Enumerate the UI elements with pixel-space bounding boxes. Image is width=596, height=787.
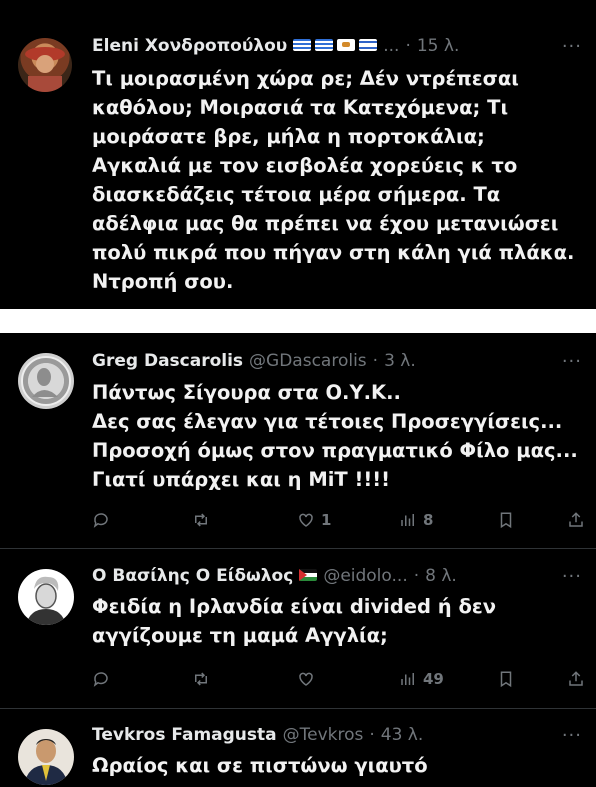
tweet-panel-top: Eleni Χονδροπούλου ... · 15 λ. ··· Τι μο… [0, 0, 596, 309]
tweet-text-line: Δες σας έλεγαν για τέτοιες Προσεγγίσεις.… [92, 410, 563, 433]
timestamp[interactable]: 8 λ. [425, 566, 457, 586]
author-name[interactable]: Ο Βασίλης Ο Είδωλος [92, 566, 293, 586]
tweet-text-line: Φειδία η Ιρλανδία είναι divided ή δεν [92, 595, 496, 618]
share-button[interactable] [567, 670, 585, 688]
tweet-panel-bottom: Greg Dascarolis @GDascarolis · 3 λ. ··· … [0, 333, 596, 787]
like-count: 1 [321, 511, 332, 529]
separator-dot: · [372, 351, 379, 371]
author-name[interactable]: Tevkros Famagusta [92, 725, 277, 745]
author-handle[interactable]: @eidolo... [323, 566, 407, 586]
views-icon [401, 673, 414, 685]
greece-flag-icon [315, 39, 334, 51]
separator-dot: · [405, 36, 411, 56]
tweet-text: Πάντως Σίγουρα στα Ο.Υ.Κ.. Δες σας έλεγα… [92, 378, 578, 494]
author-handle[interactable]: @GDascarolis [249, 351, 367, 371]
tweet-text-line: αγγίζουμε τη μαμά Αγγλία; [92, 624, 388, 647]
tweet-text-line: πολύ πικρά που πήγαν στη κάλη γιά πλάκα. [92, 241, 575, 264]
separator-dot: · [369, 725, 375, 745]
tweet-greg[interactable]: Greg Dascarolis @GDascarolis · 3 λ. ··· … [0, 333, 596, 548]
reply-button[interactable] [92, 511, 116, 529]
share-icon [569, 512, 583, 527]
more-options-icon[interactable]: ··· [562, 566, 582, 587]
tweet-text-line: Αγκαλιά με τον εισβολέα χορεύεις κ το [92, 154, 518, 177]
reply-button[interactable] [92, 670, 116, 688]
like-button[interactable]: 1 [297, 511, 331, 529]
timestamp[interactable]: 3 λ. [384, 351, 416, 371]
timestamp[interactable]: 43 λ. [381, 725, 424, 745]
views-count: 49 [423, 670, 444, 688]
tweet-text: Τι μοιρασμένη χώρα ρε; Δέν ντρέπεσαι καθ… [92, 64, 574, 296]
author-name[interactable]: Eleni Χονδροπούλου [92, 36, 287, 56]
tweet-header: Tevkros Famagusta @Tevkros · 43 λ. [92, 725, 423, 745]
name-ellipsis: ... [383, 36, 400, 56]
tweet-text-line: Γιατί υπάρχει και η ΜiΤ !!!! [92, 468, 391, 491]
author-name[interactable]: Greg Dascarolis [92, 351, 243, 371]
bookmark-button[interactable] [497, 511, 515, 529]
more-options-icon[interactable]: ··· [562, 36, 582, 57]
tweet-text-line: Ωραίος και σε πιστώνω γιαυτό [92, 754, 428, 777]
palestine-flag-icon [299, 569, 318, 581]
tweet-text-line: Ντροπή σου. [92, 270, 234, 293]
tweet-text-line: Προσοχή όμως στον πραγματικό Φίλο μας... [92, 439, 578, 462]
author-handle[interactable]: @Tevkros [283, 725, 364, 745]
views-button[interactable]: 8 [399, 511, 433, 529]
more-options-icon[interactable]: ··· [562, 351, 582, 372]
reply-icon [93, 513, 108, 528]
bookmark-button[interactable] [497, 670, 515, 688]
flag-icons [293, 39, 378, 51]
tweet-actions: 1 8 [92, 511, 587, 533]
tweet-text-line: καθόλου; Μοιρασιά τα Κατεχόμενα; Τι [92, 96, 509, 119]
avatar-image [26, 576, 66, 625]
tweet-header: Greg Dascarolis @GDascarolis · 3 λ. [92, 351, 416, 371]
avatar[interactable] [18, 729, 74, 785]
avatar[interactable] [18, 353, 74, 409]
avatar-image [25, 47, 65, 92]
greece-flag-icon [293, 39, 312, 51]
share-button[interactable] [567, 511, 585, 529]
views-icon [401, 514, 414, 526]
avatar-image [21, 356, 71, 406]
avatar[interactable] [18, 569, 74, 625]
tweet-header: Ο Βασίλης Ο Είδωλος @eidolo... · 8 λ. [92, 566, 457, 586]
timestamp[interactable]: 15 λ. [417, 36, 460, 56]
tweet-header: Eleni Χονδροπούλου ... · 15 λ. [92, 36, 459, 56]
tweet-actions: 49 [92, 670, 587, 692]
tweet-text: Φειδία η Ιρλανδία είναι divided ή δεν αγ… [92, 592, 496, 650]
retweet-icon [195, 513, 207, 527]
views-count: 8 [423, 511, 434, 529]
reply-icon [93, 672, 108, 687]
retweet-button[interactable] [192, 511, 216, 529]
separator-dot: · [413, 566, 420, 586]
tweet-text-line: διασκεδάζεις τέτοια μέρα σήμερα. Τα [92, 183, 501, 206]
tweet-text-line: μοιράσατε βρε, μήλα η πορτοκάλια; [92, 125, 485, 148]
heart-icon [299, 672, 313, 686]
tweet-text-line: Τι μοιρασμένη χώρα ρε; Δέν ντρέπεσαι [92, 67, 519, 90]
avatar-image [24, 739, 68, 785]
retweet-icon [195, 672, 207, 686]
like-button[interactable] [297, 670, 321, 688]
tweet-text-line: αδέλφια μας θα πρέπει να έχου μετανιώσει [92, 212, 559, 235]
flag-icons [299, 569, 318, 581]
israel-flag-icon [359, 39, 378, 51]
heart-icon [299, 513, 313, 527]
retweet-button[interactable] [192, 670, 216, 688]
tweet-tevkros[interactable]: Tevkros Famagusta @Tevkros · 43 λ. ··· Ω… [0, 709, 596, 787]
tweet-text-line: Πάντως Σίγουρα στα Ο.Υ.Κ.. [92, 381, 401, 404]
bookmark-icon [500, 512, 512, 529]
share-icon [569, 671, 583, 686]
tweet-eleni[interactable]: Eleni Χονδροπούλου ... · 15 λ. ··· Τι μο… [0, 0, 596, 309]
tweet-vasilis[interactable]: Ο Βασίλης Ο Είδωλος @eidolo... · 8 λ. ··… [0, 549, 596, 708]
views-button[interactable]: 49 [399, 670, 444, 688]
tweet-text: Ωραίος και σε πιστώνω γιαυτό [92, 751, 428, 780]
bookmark-icon [500, 671, 512, 688]
more-options-icon[interactable]: ··· [562, 725, 582, 746]
avatar[interactable] [18, 38, 72, 92]
cyprus-flag-icon [337, 39, 356, 51]
